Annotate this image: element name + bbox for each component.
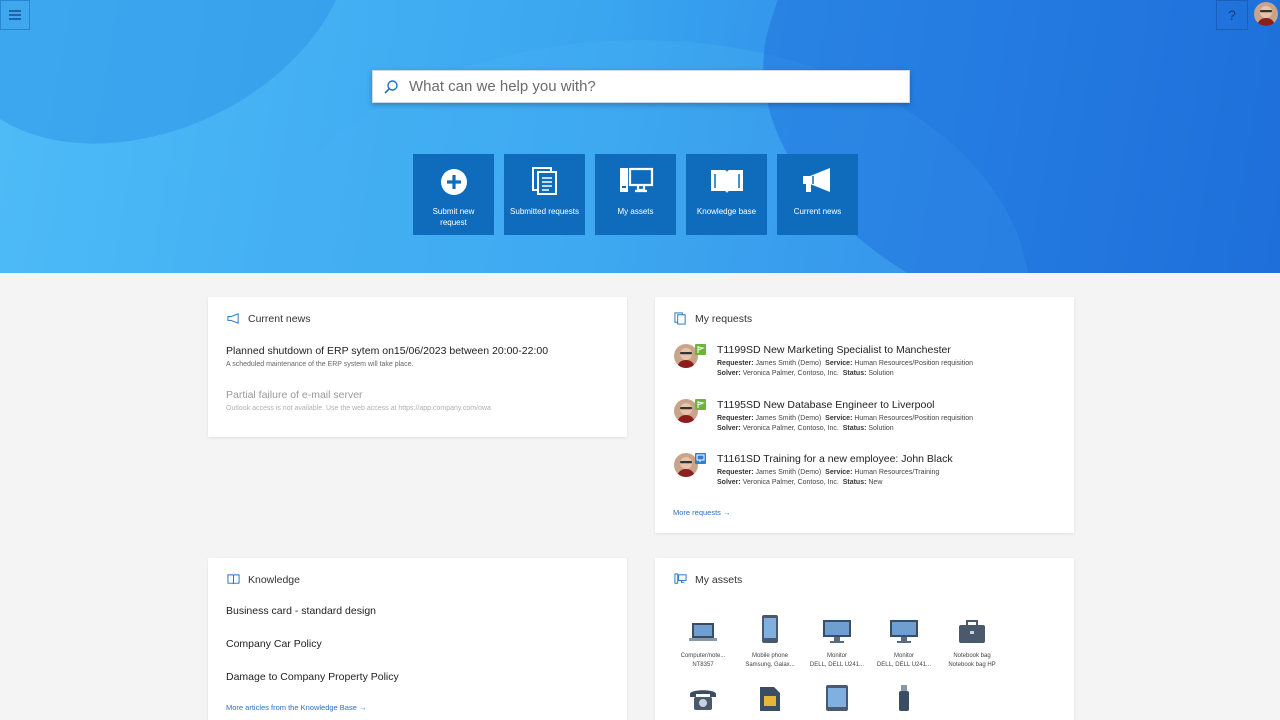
card-header: My assets [674,573,742,586]
tile-submit-new-request[interactable]: Submit new request [413,154,494,235]
quick-actions: Submit new request Submitted requests My… [413,154,858,235]
more-requests-link[interactable]: More requests → [673,508,731,517]
tile-knowledge-base[interactable]: Knowledge base [686,154,767,235]
computer-icon [674,573,687,584]
usb-drive-icon [899,685,909,711]
asset-item[interactable]: Mobile phone Samsung, Galax... [737,608,803,670]
documents-icon [674,312,686,325]
asset-item[interactable]: USB flash drive [871,676,937,720]
asset-item[interactable]: Notebook bag Notebook bag HP [939,608,1005,670]
requester-avatar [674,399,706,425]
knowledge-article-link[interactable]: Damage to Company Property Policy [226,671,399,683]
mobile-phone-icon [762,615,778,643]
request-item[interactable]: T1199SD New Marketing Specialist to Manc… [674,344,973,379]
asset-item[interactable]: Monitor DELL, DELL U241... [804,608,870,670]
request-type-icon [695,399,706,410]
tablet-icon [826,685,848,711]
monitor-icon [890,620,918,643]
tile-submitted-requests[interactable]: Submitted requests [504,154,585,235]
my-requests-card: My requests T1199SD New Marketing Specia… [655,297,1074,533]
asset-item[interactable]: Computer/note... NT8357 [670,608,736,670]
help-button[interactable]: ? [1216,0,1248,30]
card-title: Current news [248,312,311,325]
card-header: My requests [674,312,752,325]
book-icon [227,574,240,585]
laptop-icon [689,623,717,641]
request-type-icon [695,344,706,355]
news-item[interactable]: Partial failure of e-mail server Outlook… [226,389,491,412]
card-title: My requests [695,312,753,325]
megaphone-icon [802,168,830,192]
card-header: Knowledge [227,573,300,586]
asset-item[interactable]: SIM card [737,676,803,720]
user-avatar[interactable] [1254,2,1278,26]
sim-card-icon [760,687,780,711]
asset-item[interactable]: Monitor DELL, DELL U241... [871,608,937,670]
briefcase-icon [959,620,985,643]
request-item[interactable]: T1161SD Training for a new employee: Joh… [674,453,953,488]
request-type-icon [695,453,706,464]
tile-current-news[interactable]: Current news [777,154,858,235]
news-item[interactable]: Planned shutdown of ERP sytem on15/06/20… [226,345,548,368]
hamburger-menu-button[interactable] [0,0,30,30]
requester-avatar [674,344,706,370]
my-assets-card: My assets Computer/note... NT8357 Mobile … [655,558,1074,720]
card-title: Knowledge [248,573,300,586]
knowledge-card: Knowledge Business card - standard desig… [208,558,627,720]
asset-item[interactable]: Tablet [804,676,870,720]
monitor-icon [823,620,851,643]
search-icon [373,79,409,95]
plus-circle-icon [440,169,467,195]
card-header: Current news [227,312,310,325]
hero-banner: ? Submit new request Submitted requests … [0,0,1280,273]
asset-item[interactable]: Phone [670,676,736,720]
search-input[interactable] [409,78,889,95]
hamburger-icon [9,10,21,20]
megaphone-icon [227,313,239,324]
telephone-icon [690,690,716,710]
requester-avatar [674,453,706,479]
search-bar[interactable] [372,70,910,103]
knowledge-article-link[interactable]: Business card - standard design [226,605,376,617]
tile-my-assets[interactable]: My assets [595,154,676,235]
knowledge-article-link[interactable]: Company Car Policy [226,638,322,650]
documents-icon [531,167,557,195]
current-news-card: Current news Planned shutdown of ERP syt… [208,297,627,437]
book-icon [710,170,743,194]
card-title: My assets [695,573,743,586]
more-articles-link[interactable]: More articles from the Knowledge Base → [226,703,366,712]
computer-icon [619,167,653,193]
request-item[interactable]: T1195SD New Database Engineer to Liverpo… [674,399,973,434]
